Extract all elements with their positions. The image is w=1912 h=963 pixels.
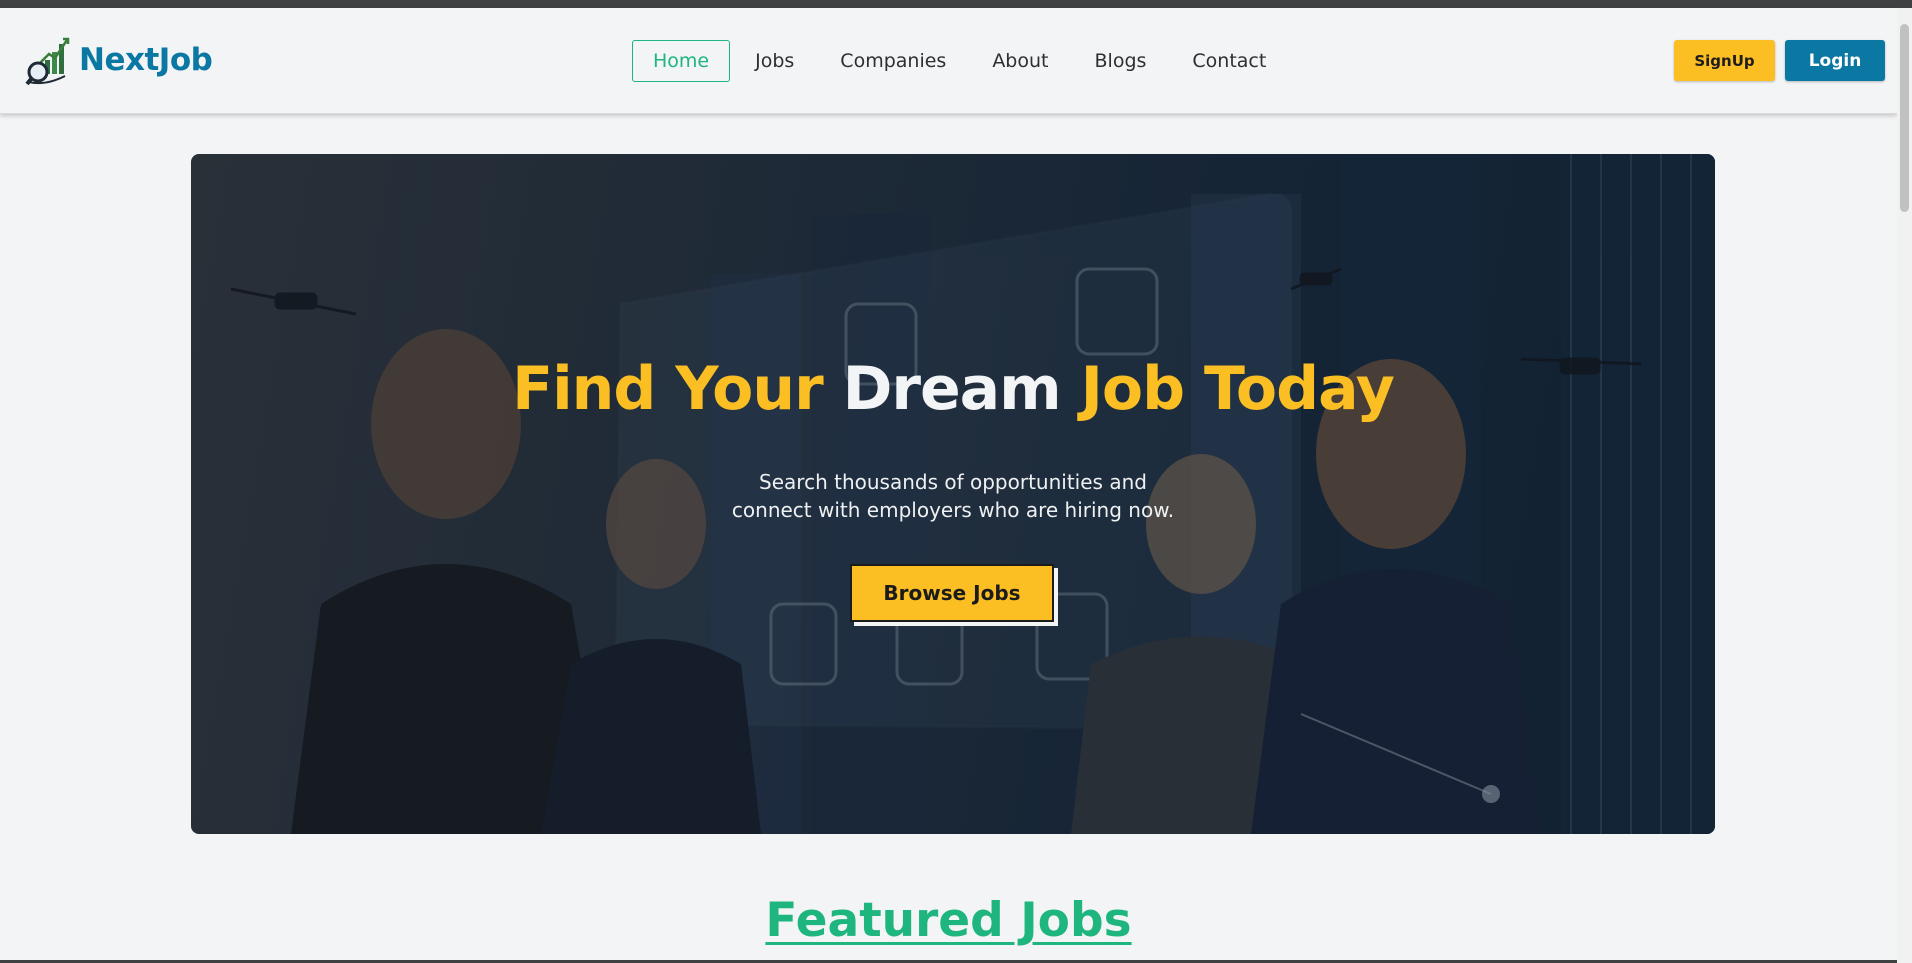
- hero-subtitle: Search thousands of opportunities and co…: [191, 468, 1715, 524]
- nav-home[interactable]: Home: [632, 40, 731, 82]
- featured-jobs-heading[interactable]: Featured Jobs: [0, 893, 1897, 948]
- hero-title: Find Your Dream Job Today: [191, 354, 1715, 424]
- scrollbar-thumb[interactable]: [1900, 24, 1909, 212]
- hero-subtitle-line1: Search thousands of opportunities and: [759, 470, 1147, 494]
- brand-name: NextJob: [79, 42, 213, 78]
- hero-title-part2: Dream: [842, 354, 1062, 424]
- nav-contact[interactable]: Contact: [1171, 40, 1287, 82]
- hero-title-part1: Find Your: [512, 354, 824, 424]
- signup-button[interactable]: SignUp: [1674, 40, 1775, 81]
- browser-top-strip: [0, 0, 1912, 8]
- page-scrollbar[interactable]: [1897, 8, 1912, 963]
- main-nav: Home Jobs Companies About Blogs Contact: [632, 40, 1291, 82]
- nav-about[interactable]: About: [971, 40, 1069, 82]
- login-button[interactable]: Login: [1785, 40, 1885, 81]
- browse-jobs-button[interactable]: Browse Jobs: [850, 564, 1054, 622]
- nav-blogs[interactable]: Blogs: [1074, 40, 1168, 82]
- growth-chart-magnifier-icon: [25, 37, 70, 86]
- hero-subtitle-line2: connect with employers who are hiring no…: [731, 498, 1175, 522]
- site-navbar: NextJob Home Jobs Companies About Blogs …: [0, 8, 1897, 114]
- nav-jobs[interactable]: Jobs: [734, 40, 815, 82]
- hero-title-part3: Job Today: [1080, 354, 1395, 424]
- brand-link[interactable]: NextJob: [25, 34, 213, 86]
- nav-companies[interactable]: Companies: [819, 40, 967, 82]
- hero-banner: Find Your Dream Job Today Search thousan…: [191, 154, 1715, 834]
